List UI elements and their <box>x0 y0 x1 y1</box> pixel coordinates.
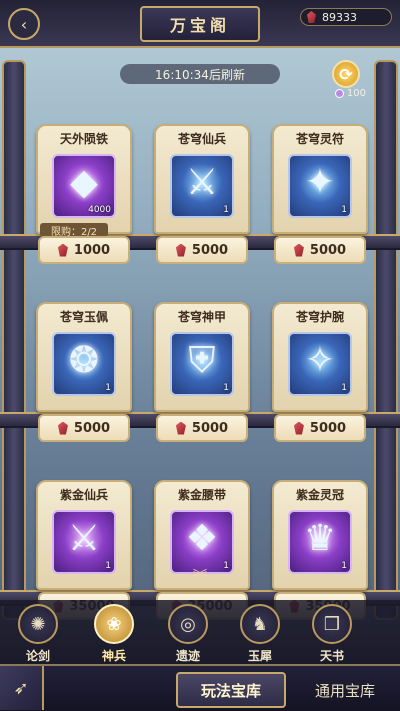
item-quantity: 1 <box>105 383 111 393</box>
page-title: 万宝阁 <box>140 6 260 42</box>
price-value: 1000 <box>73 242 111 258</box>
item-quantity: 1 <box>223 383 229 393</box>
nav-label: 遗迹 <box>175 649 200 663</box>
nav-label: 天书 <box>319 649 344 663</box>
purchase-limit-badge: 限购：2/2 <box>40 223 108 238</box>
item-icon[interactable]: ◆ 4000 <box>52 154 116 218</box>
buy-price-button[interactable]: 5000 <box>156 414 248 442</box>
equipment-icon: ❖ <box>185 518 219 559</box>
item-icon[interactable]: ⛨ 1 <box>170 332 234 396</box>
buy-price-button[interactable]: 5000 <box>38 414 130 442</box>
shop-item-card[interactable]: 苍穹玉佩 ❂ 1 5000 <box>36 302 132 450</box>
price-value: 5000 <box>191 242 229 258</box>
right-frame-pillar <box>374 60 398 620</box>
sword-emblem-icon: ✺ <box>18 604 58 644</box>
red-gem-icon <box>175 421 186 435</box>
gem-amount: 89333 <box>322 10 357 24</box>
refresh-cost: 100 <box>334 88 366 99</box>
item-name: 苍穹护腕 <box>295 310 344 324</box>
item-quantity: 1 <box>341 205 347 215</box>
top-bar: ‹ 万宝阁 89333 <box>0 0 400 48</box>
item-quantity: 1 <box>341 383 347 393</box>
equipment-icon: ❂ <box>68 340 100 381</box>
equipment-icon: ✦ <box>304 162 336 203</box>
nav-item-yiji[interactable]: ◎ 遗迹 <box>160 604 216 664</box>
nav-item-yuxi[interactable]: ♞ 玉犀 <box>232 604 288 664</box>
equipment-icon: ⛨ <box>188 340 216 381</box>
price-value: 5000 <box>309 242 347 258</box>
item-icon[interactable]: ♛ 1 <box>288 510 352 574</box>
red-gem-icon <box>293 421 304 435</box>
red-gem-icon <box>293 243 304 257</box>
item-name: 紫金仙兵 <box>59 488 108 502</box>
price-value: 5000 <box>191 420 229 436</box>
buy-price-button[interactable]: 5000 <box>274 414 366 442</box>
item-name: 苍穹灵符 <box>295 132 344 146</box>
tab-common-vault[interactable]: 通用宝库 <box>290 672 400 708</box>
red-gem-icon <box>307 11 316 23</box>
item-quantity: 1 <box>341 561 347 571</box>
category-nav: ✺ 论剑 ❀ 神兵 ◎ 遗迹 ♞ 玉犀 ❒ 天书 <box>0 600 400 664</box>
refresh-timer: 16:10:34后刷新 <box>120 64 280 84</box>
equipment-icon: ◆ <box>70 162 98 203</box>
item-icon[interactable]: ✧ 1 <box>288 332 352 396</box>
price-value: 5000 <box>309 420 347 436</box>
jade-rhino-icon: ♞ <box>240 604 280 644</box>
buy-price-button[interactable]: 1000 <box>38 236 130 264</box>
buy-price-button[interactable]: 5000 <box>156 236 248 264</box>
heavenly-book-icon: ❒ <box>312 604 352 644</box>
shop-item-card[interactable]: 苍穹灵符 ✦ 1 5000 <box>272 124 368 272</box>
nav-item-shenbing[interactable]: ❀ 神兵 <box>86 604 142 664</box>
shop-item-card[interactable]: 苍穹神甲 ⛨ 1 5000 <box>154 302 250 450</box>
vault-tabs: ➶ 玩法宝库 通用宝库 <box>0 664 400 711</box>
shop-item-card[interactable]: 苍穹护腕 ✧ 1 5000 <box>272 302 368 450</box>
nav-item-lunjian[interactable]: ✺ 论剑 <box>10 604 66 664</box>
item-icon[interactable]: ❖ 1 <box>170 510 234 574</box>
red-gem-icon <box>175 243 186 257</box>
shop-item-card[interactable]: 苍穹仙兵 ⚔ 1 5000 <box>154 124 250 272</box>
item-quantity: 1 <box>223 561 229 571</box>
item-name: 苍穹神甲 <box>177 310 226 324</box>
left-frame-pillar <box>2 60 26 620</box>
divine-weapon-icon: ❀ <box>94 604 134 644</box>
item-name: 天外陨铁 <box>59 132 108 146</box>
nav-label: 论剑 <box>25 649 50 663</box>
equipment-icon: ✧ <box>304 340 336 381</box>
refresh-button[interactable]: ⟳ <box>332 60 360 88</box>
item-quantity: 1 <box>105 561 111 571</box>
tab-play-vault[interactable]: 玩法宝库 <box>176 672 286 708</box>
ruins-icon: ◎ <box>168 604 208 644</box>
red-gem-icon <box>57 243 68 257</box>
item-name: 紫金灵冠 <box>295 488 344 502</box>
price-value: 5000 <box>73 420 111 436</box>
equipment-icon: ⚔ <box>185 162 219 203</box>
red-gem-icon <box>57 421 68 435</box>
refresh-cost-value: 100 <box>346 88 366 99</box>
nav-item-tianshu[interactable]: ❒ 天书 <box>304 604 360 664</box>
item-icon[interactable]: ⚔ 1 <box>52 510 116 574</box>
nav-label: 神兵 <box>101 649 126 663</box>
equipment-icon: ⚔ <box>67 518 101 559</box>
swallow-emblem-icon[interactable]: ➶ <box>0 666 44 710</box>
shop-item-card[interactable]: 天外陨铁 ◆ 4000 限购：2/2 1000 <box>36 124 132 272</box>
item-name: 苍穹仙兵 <box>177 132 226 146</box>
nav-label: 玉犀 <box>247 649 272 663</box>
item-name: 紫金腰带 <box>177 488 226 502</box>
item-icon[interactable]: ✦ 1 <box>288 154 352 218</box>
item-quantity: 1 <box>223 205 229 215</box>
item-name: 苍穹玉佩 <box>59 310 108 324</box>
equipment-icon: ♛ <box>303 518 337 559</box>
item-icon[interactable]: ⚔ 1 <box>170 154 234 218</box>
item-quantity: 4000 <box>88 205 111 215</box>
buy-price-button[interactable]: 5000 <box>274 236 366 264</box>
back-button[interactable]: ‹ <box>8 8 40 40</box>
item-icon[interactable]: ❂ 1 <box>52 332 116 396</box>
item-grid: 天外陨铁 ◆ 4000 限购：2/2 1000 苍穹仙兵 ⚔ 1 5000 苍穹灵符 ✦ 1 5000 苍… <box>36 124 368 624</box>
scroll-down-chevron-icon: ︾ <box>193 569 207 585</box>
purple-coin-icon <box>334 89 344 98</box>
gem-currency-display[interactable]: 89333 <box>300 8 392 26</box>
